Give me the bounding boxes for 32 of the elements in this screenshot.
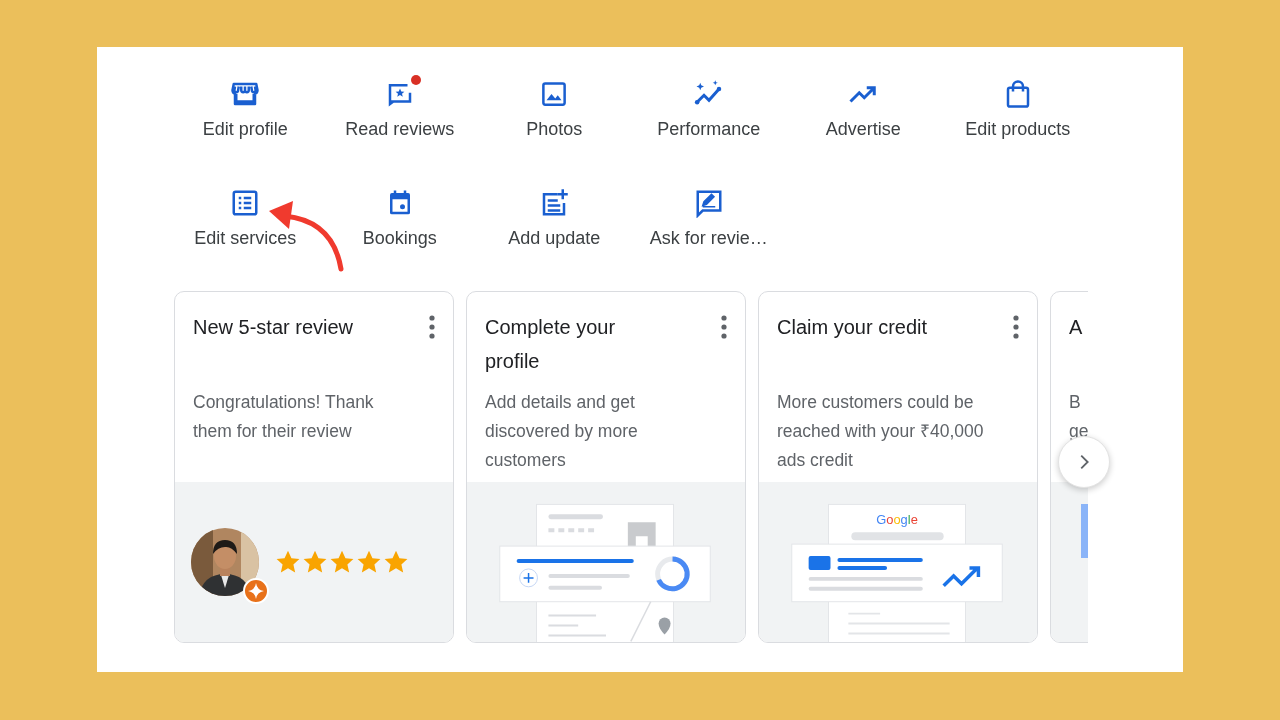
card-title: Claim your credit [777, 315, 929, 340]
more-options-icon[interactable] [429, 315, 435, 339]
action-button[interactable]: Advertise [786, 75, 941, 144]
list-icon [230, 188, 261, 218]
suggestion-card[interactable]: Complete your profile Add details and get discovered by more customers [466, 291, 746, 643]
card-description: Congratulations! Thank them for their review [193, 391, 375, 443]
star-icon [329, 549, 355, 575]
action-button[interactable]: Edit profile [168, 75, 323, 144]
action-button[interactable]: Performance [631, 75, 786, 144]
card-description: Add details and get discovered by more customers [485, 391, 639, 472]
suggestion-card[interactable]: New 5-star review Congratulations! Thank them for their review [174, 291, 454, 643]
action-button[interactable]: Read reviews [322, 75, 477, 144]
action-button[interactable]: Edit products [940, 75, 1095, 144]
action-button[interactable]: Add update [477, 184, 632, 253]
action-button[interactable]: Ask for revie… [631, 184, 786, 253]
star-icon [302, 549, 328, 575]
suggestion-card[interactable]: Claim your credit More customers could be reached with your ₹40,000 ads credit Google [758, 291, 1038, 643]
action-button[interactable]: Photos [477, 75, 632, 144]
card-title: Complete your profile [485, 315, 617, 374]
star-icon [383, 549, 409, 575]
star-icon [275, 549, 301, 575]
action-button[interactable]: Bookings [322, 184, 477, 253]
card-description: More customers could be reached with your ₹40,000 ads credit [777, 391, 985, 472]
card-title: A [1069, 315, 1083, 340]
illustration-drawing [1081, 504, 1088, 558]
ads-illustration-drawing: Google [759, 482, 1037, 642]
action-button[interactable]: Edit services [168, 184, 323, 253]
star-icon [356, 549, 382, 575]
card-title: New 5-star review [193, 315, 355, 340]
sparkle-badge-icon [243, 578, 269, 604]
more-options-icon[interactable] [721, 315, 727, 339]
more-options-icon[interactable] [1013, 315, 1019, 339]
